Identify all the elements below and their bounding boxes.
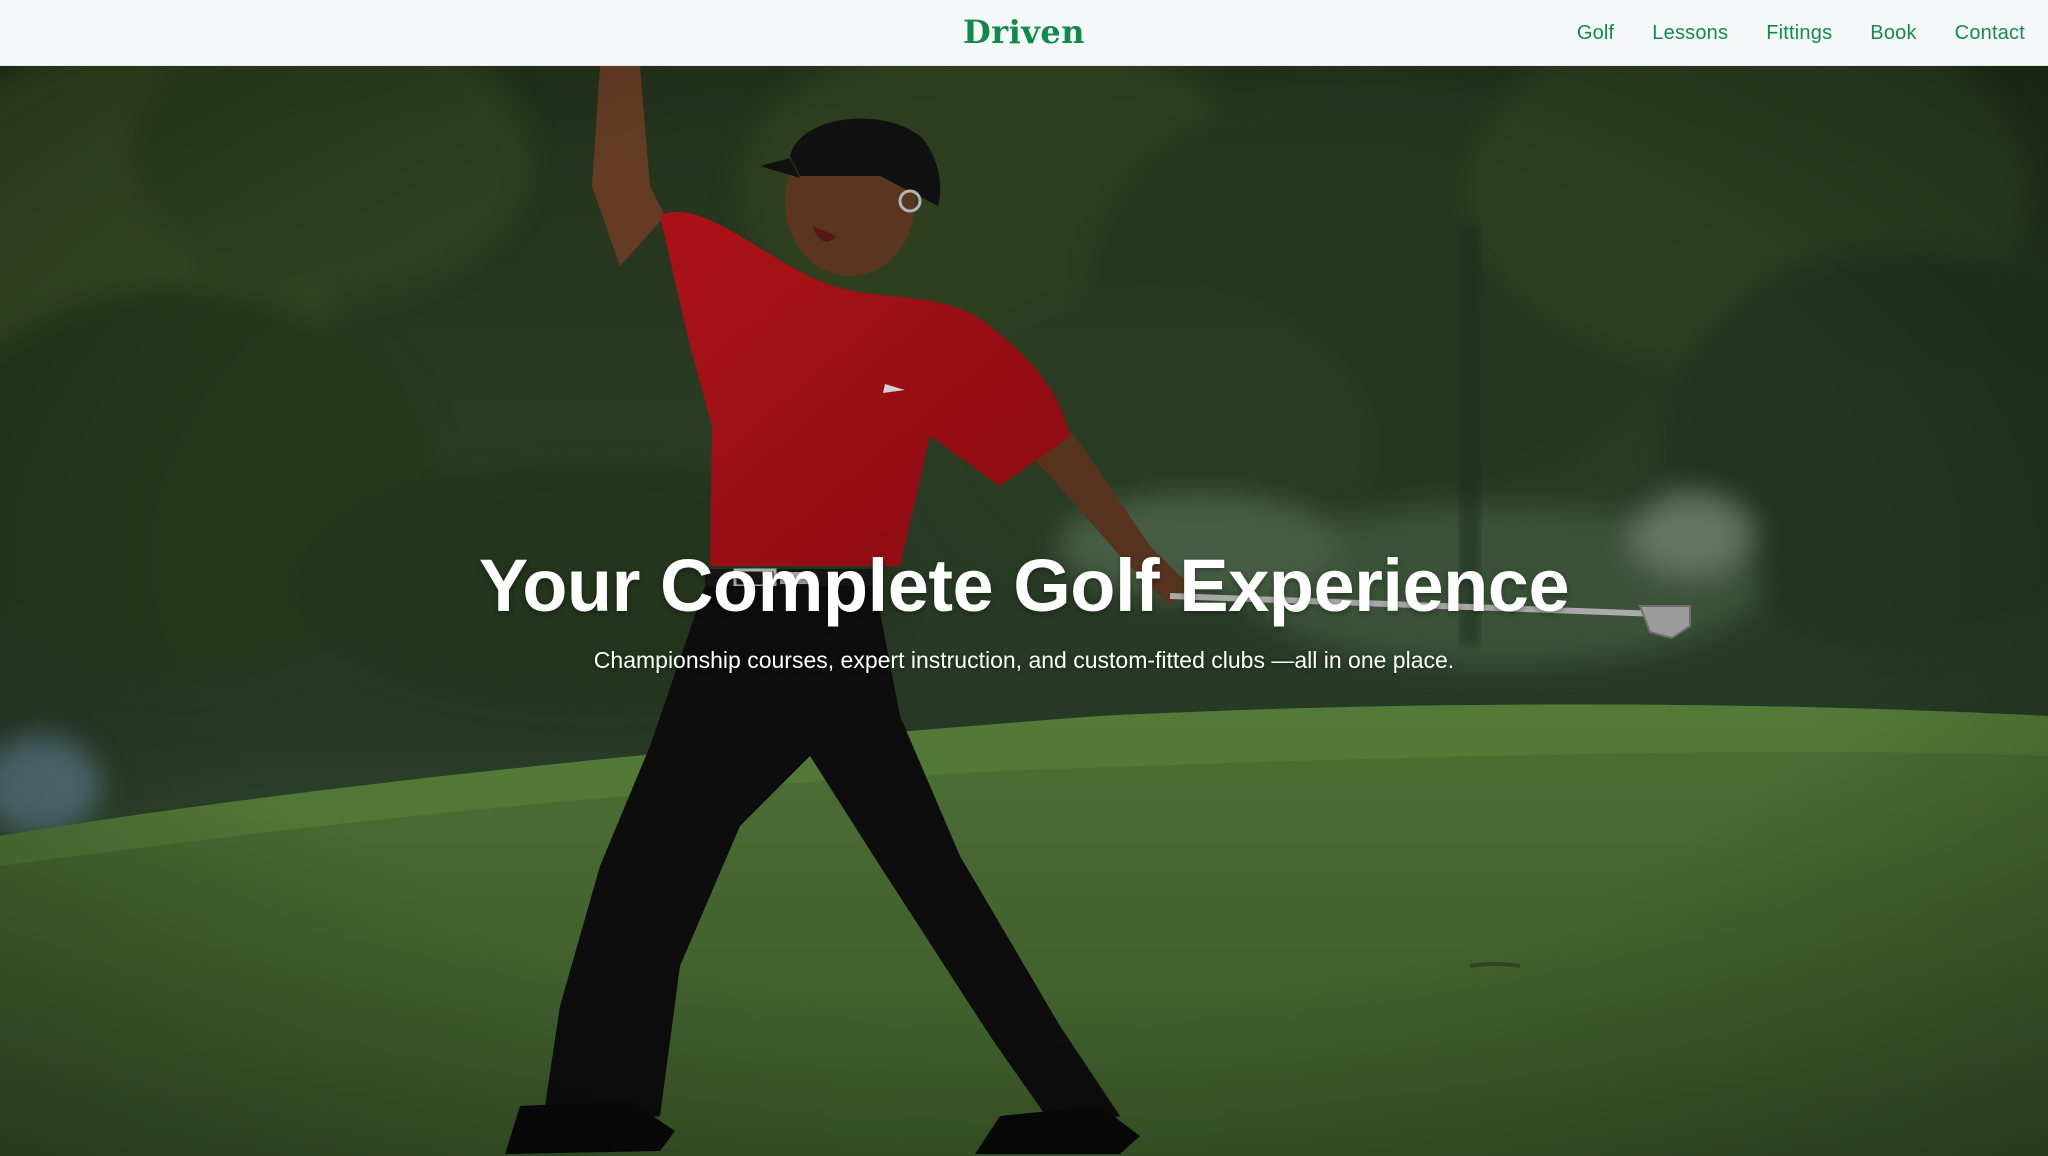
nav-link-book[interactable]: Book — [1870, 22, 1916, 45]
nav-link-contact[interactable]: Contact — [1955, 22, 2025, 45]
brand-link[interactable]: Driven — [963, 13, 1085, 51]
hero-subtitle: Championship courses, expert instruction… — [593, 647, 1455, 673]
hero-title: Your Complete Golf Experience — [478, 544, 1570, 627]
nav-link-fittings[interactable]: Fittings — [1766, 22, 1832, 45]
main-nav: Golf Lessons Fittings Book Contact — [1577, 0, 2025, 66]
hero-section: Your Complete Golf Experience Championsh… — [0, 66, 2048, 1156]
nav-link-golf[interactable]: Golf — [1577, 22, 1614, 45]
site-header: Driven Golf Lessons Fittings Book Contac… — [0, 0, 2048, 66]
nav-link-lessons[interactable]: Lessons — [1652, 22, 1728, 45]
hero-text-block: Your Complete Golf Experience Championsh… — [0, 538, 2048, 676]
